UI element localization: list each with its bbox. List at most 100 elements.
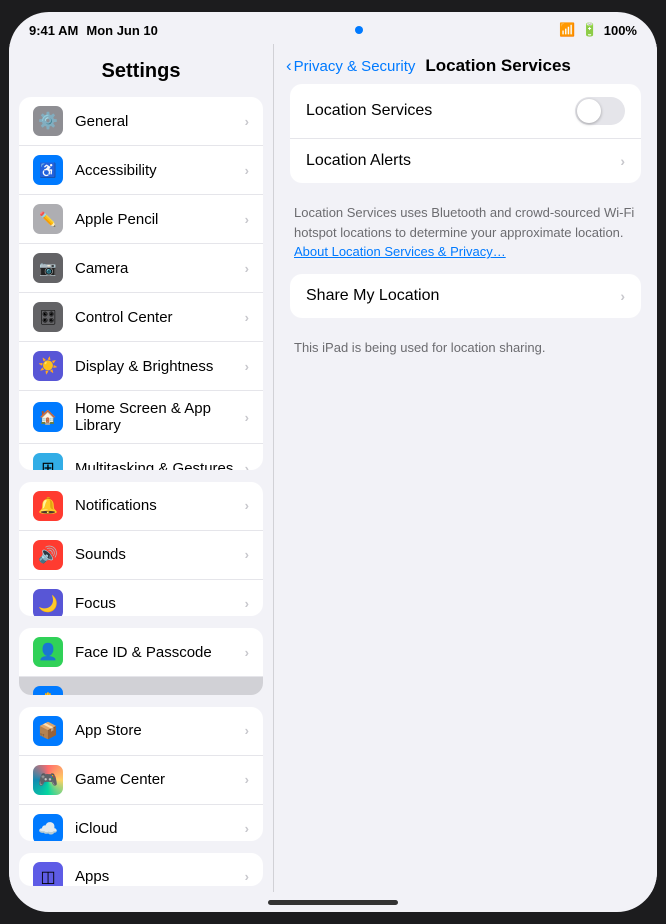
status-bar: 9:41 AM Mon Jun 10 📶 🔋 100% (9, 12, 657, 44)
sidebar-item-game-center[interactable]: 🎮 Game Center › (19, 756, 263, 805)
apps-label: Apps (75, 868, 245, 885)
sidebar-item-notifications[interactable]: 🔔 Notifications › (19, 482, 263, 531)
nav-bar: ‹ Privacy & Security Location Services (274, 44, 657, 84)
sidebar-group-5: ◫ Apps › (19, 853, 263, 886)
apple-pencil-chevron: › (245, 212, 249, 227)
about-location-link[interactable]: About Location Services & Privacy… (294, 244, 506, 259)
control-center-chevron: › (245, 310, 249, 325)
main-content: ‹ Privacy & Security Location Services L… (274, 44, 657, 892)
camera-icon: 📷 (33, 253, 63, 283)
share-location-label: Share My Location (306, 287, 620, 305)
app-store-icon: 📦 (33, 716, 63, 746)
sidebar-title: Settings (9, 44, 273, 91)
location-services-label: Location Services (306, 102, 575, 120)
game-center-icon: 🎮 (33, 765, 63, 795)
face-id-icon: 👤 (33, 637, 63, 667)
date: Mon Jun 10 (86, 23, 158, 38)
sidebar-item-privacy[interactable]: 🤚 Privacy & Security › (19, 677, 263, 695)
focus-chevron: › (245, 596, 249, 611)
face-id-label: Face ID & Passcode (75, 644, 245, 661)
sidebar-item-general[interactable]: ⚙️ General › (19, 97, 263, 146)
location-alerts-chevron: › (620, 153, 625, 169)
general-chevron: › (245, 114, 249, 129)
notifications-chevron: › (245, 498, 249, 513)
focus-label: Focus (75, 595, 245, 612)
share-location-chevron: › (620, 288, 625, 304)
share-location-description: This iPad is being used for location sha… (290, 330, 641, 370)
sidebar-group-4: 📦 App Store › 🎮 Game Center › ☁️ iCloud … (19, 707, 263, 841)
sidebar-item-camera[interactable]: 📷 Camera › (19, 244, 263, 293)
app-container: Settings ⚙️ General › ♿ Accessibility › … (9, 44, 657, 892)
sounds-chevron: › (245, 547, 249, 562)
multitasking-chevron: › (245, 461, 249, 470)
app-store-chevron: › (245, 723, 249, 738)
sidebar-group-3: 👤 Face ID & Passcode › 🤚 Privacy & Secur… (19, 628, 263, 695)
privacy-icon: 🤚 (33, 686, 63, 695)
location-alerts-label: Location Alerts (306, 152, 620, 170)
accessibility-label: Accessibility (75, 162, 245, 179)
sidebar-item-home-screen[interactable]: 🏠 Home Screen & App Library › (19, 391, 263, 444)
sidebar-group-1: ⚙️ General › ♿ Accessibility › ✏️ Apple … (19, 97, 263, 470)
general-label: General (75, 113, 245, 130)
apple-pencil-label: Apple Pencil (75, 211, 245, 228)
sidebar-item-sounds[interactable]: 🔊 Sounds › (19, 531, 263, 580)
apple-pencil-icon: ✏️ (33, 204, 63, 234)
display-brightness-icon: ☀️ (33, 351, 63, 381)
location-description: Location Services uses Bluetooth and cro… (290, 195, 641, 274)
wifi-icon: 📶 (559, 22, 575, 38)
camera-indicator (355, 26, 363, 34)
location-services-row[interactable]: Location Services (290, 84, 641, 139)
ipad-frame: 9:41 AM Mon Jun 10 📶 🔋 100% Settings ⚙️ … (9, 12, 657, 912)
sidebar-item-apps[interactable]: ◫ Apps › (19, 853, 263, 886)
home-screen-chevron: › (245, 410, 249, 425)
sidebar-item-focus[interactable]: 🌙 Focus › (19, 580, 263, 616)
nav-back-chevron-icon: ‹ (286, 56, 292, 76)
multitasking-label: Multitasking & Gestures (75, 460, 245, 470)
status-bar-left: 9:41 AM Mon Jun 10 (29, 23, 158, 38)
location-services-group: Location Services Location Alerts › (290, 84, 641, 183)
apps-chevron: › (245, 869, 249, 884)
control-center-label: Control Center (75, 309, 245, 326)
sidebar-item-multitasking[interactable]: ⊞ Multitasking & Gestures › (19, 444, 263, 470)
sounds-label: Sounds (75, 546, 245, 563)
app-store-label: App Store (75, 722, 245, 739)
icloud-chevron: › (245, 821, 249, 836)
display-brightness-chevron: › (245, 359, 249, 374)
sidebar-item-face-id[interactable]: 👤 Face ID & Passcode › (19, 628, 263, 677)
nav-back-button[interactable]: ‹ Privacy & Security (286, 56, 415, 76)
privacy-label: Privacy & Security (75, 693, 245, 695)
apps-icon: ◫ (33, 862, 63, 886)
home-screen-icon: 🏠 (33, 402, 63, 432)
display-brightness-label: Display & Brightness (75, 358, 245, 375)
camera-chevron: › (245, 261, 249, 276)
multitasking-icon: ⊞ (33, 453, 63, 470)
sidebar-item-icloud[interactable]: ☁️ iCloud › (19, 805, 263, 841)
share-location-group: Share My Location › (290, 274, 641, 318)
share-location-row[interactable]: Share My Location › (290, 274, 641, 318)
nav-title: Location Services (425, 56, 571, 76)
sidebar: Settings ⚙️ General › ♿ Accessibility › … (9, 44, 274, 892)
sidebar-item-apple-pencil[interactable]: ✏️ Apple Pencil › (19, 195, 263, 244)
status-bar-right: 📶 🔋 100% (559, 22, 637, 38)
location-alerts-row[interactable]: Location Alerts › (290, 139, 641, 183)
accessibility-chevron: › (245, 163, 249, 178)
sidebar-group-2: 🔔 Notifications › 🔊 Sounds › 🌙 Focus › ⏱… (19, 482, 263, 616)
sidebar-item-app-store[interactable]: 📦 App Store › (19, 707, 263, 756)
battery-level: 100% (604, 23, 637, 38)
control-center-icon: 🎛 (33, 302, 63, 332)
sidebar-item-display-brightness[interactable]: ☀️ Display & Brightness › (19, 342, 263, 391)
icloud-icon: ☁️ (33, 814, 63, 841)
nav-back-label: Privacy & Security (294, 58, 416, 75)
home-screen-label: Home Screen & App Library (75, 400, 245, 434)
sidebar-item-control-center[interactable]: 🎛 Control Center › (19, 293, 263, 342)
focus-icon: 🌙 (33, 589, 63, 616)
location-services-toggle[interactable] (575, 97, 625, 125)
home-indicator (9, 892, 657, 912)
sounds-icon: 🔊 (33, 540, 63, 570)
content-body: Location Services Location Alerts › Loca… (274, 84, 657, 369)
game-center-chevron: › (245, 772, 249, 787)
battery-icon: 🔋 (582, 22, 598, 38)
game-center-label: Game Center (75, 771, 245, 788)
sidebar-item-accessibility[interactable]: ♿ Accessibility › (19, 146, 263, 195)
camera-label: Camera (75, 260, 245, 277)
